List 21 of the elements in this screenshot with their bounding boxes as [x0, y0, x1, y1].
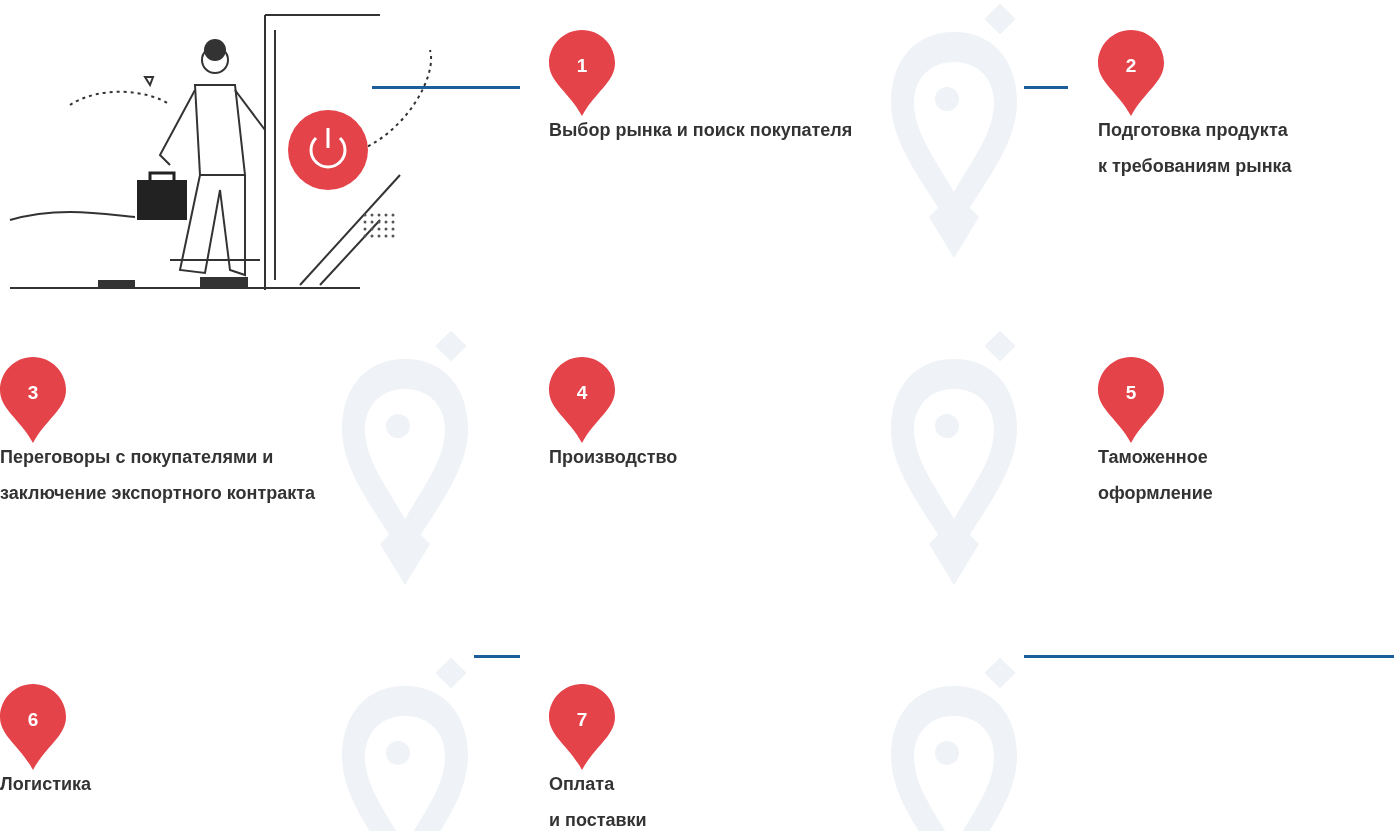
step-number: 5: [1124, 383, 1138, 402]
map-pin-icon: [549, 30, 615, 116]
step-title: Производство: [549, 446, 679, 469]
step-number: 1: [575, 56, 589, 75]
map-pin-icon: [549, 357, 615, 443]
step-number: 4: [575, 383, 589, 402]
step-number: 6: [26, 710, 40, 729]
map-pin-icon: [0, 684, 66, 770]
step-title: Таможенное оформление: [1098, 446, 1214, 505]
map-pin-icon: [1098, 30, 1164, 116]
step-title: Логистика: [0, 773, 93, 796]
step-title: Оплата и поставки: [549, 773, 648, 831]
step-number: 2: [1124, 56, 1138, 75]
step-title: Подготовка продукта к требованиям рынка: [1098, 119, 1293, 178]
map-pin-icon: [1098, 357, 1164, 443]
map-pin-icon: [0, 357, 66, 443]
step-number: 7: [575, 710, 589, 729]
step-title: Переговоры с покупателями и заключение экспортного контракта: [0, 446, 317, 505]
step-title: Выбор рынка и поиск покупателя: [549, 119, 854, 142]
map-pin-icon: [549, 684, 615, 770]
step-number: 3: [26, 383, 40, 402]
